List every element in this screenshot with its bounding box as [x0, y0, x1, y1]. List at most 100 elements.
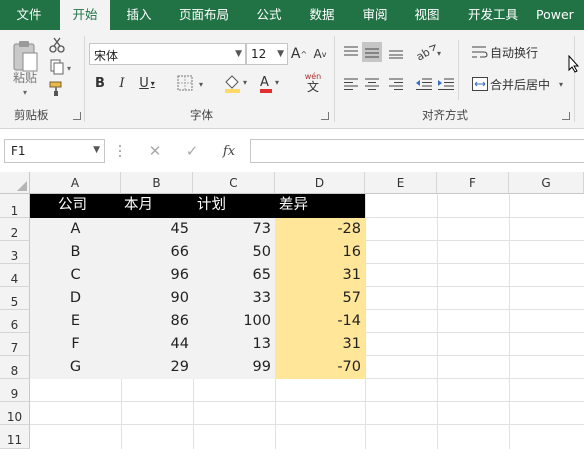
paste-button-label[interactable]: 粘贴: [8, 70, 42, 85]
borders-icon[interactable]: ▾: [176, 74, 210, 92]
copy-icon[interactable]: ▾: [48, 58, 76, 76]
column-header-a[interactable]: A: [30, 172, 121, 194]
tab-view[interactable]: 视图: [402, 0, 452, 30]
table-cell-plan[interactable]: 13: [193, 333, 275, 356]
table-cell-difference[interactable]: 16: [275, 241, 365, 264]
row-header-10[interactable]: 10: [0, 402, 30, 425]
column-header-c[interactable]: C: [193, 172, 275, 194]
table-cell-this-month[interactable]: 44: [121, 333, 193, 356]
column-header-e[interactable]: E: [365, 172, 437, 194]
row-header-3[interactable]: 3: [0, 241, 30, 264]
italic-icon[interactable]: I: [114, 74, 130, 92]
header-cell-plan[interactable]: 计划: [193, 194, 230, 217]
underline-icon[interactable]: U ▾: [134, 74, 160, 92]
font-size-dropdown[interactable]: 12 ▼: [246, 43, 288, 65]
paste-chevron-down-icon[interactable]: ▾: [20, 88, 30, 97]
row-header-6[interactable]: 6: [0, 310, 30, 333]
font-name-dropdown[interactable]: 宋体 ▼: [89, 43, 246, 65]
table-cell-plan[interactable]: 100: [193, 310, 275, 333]
increase-indent-icon[interactable]: [436, 74, 456, 94]
cut-icon[interactable]: [48, 36, 66, 54]
align-middle-icon[interactable]: [362, 42, 382, 62]
header-cell-difference[interactable]: 差异: [275, 194, 312, 217]
font-color-icon[interactable]: A ▾: [258, 72, 284, 94]
table-cell-company[interactable]: E: [30, 310, 121, 333]
table-cell-plan[interactable]: 73: [193, 218, 275, 241]
insert-function-icon[interactable]: fx: [218, 142, 240, 160]
table-cell-plan[interactable]: 99: [193, 356, 275, 379]
table-cell-company[interactable]: B: [30, 241, 121, 264]
formula-bar-grip-icon[interactable]: [118, 143, 122, 159]
row-header-5[interactable]: 5: [0, 287, 30, 310]
table-cell-plan[interactable]: 65: [193, 264, 275, 287]
formula-input[interactable]: [250, 139, 584, 163]
table-cell-company[interactable]: A: [30, 218, 121, 241]
confirm-formula-icon[interactable]: ✓: [181, 142, 203, 160]
column-header-g[interactable]: G: [509, 172, 584, 194]
column-header-d[interactable]: D: [275, 172, 365, 194]
merge-center-icon[interactable]: [470, 74, 490, 94]
row-header-7[interactable]: 7: [0, 333, 30, 356]
name-box-chevron-down-icon[interactable]: ▼: [93, 145, 100, 155]
align-top-icon[interactable]: [341, 42, 361, 62]
tab-home[interactable]: 开始: [60, 0, 110, 30]
alignment-launcher-icon[interactable]: [562, 112, 570, 120]
row-header-8[interactable]: 8: [0, 356, 30, 379]
table-cell-this-month[interactable]: 86: [121, 310, 193, 333]
tab-page-layout[interactable]: 页面布局: [168, 0, 240, 30]
tab-formulas[interactable]: 公式: [244, 0, 294, 30]
header-cell-company[interactable]: 公司: [54, 194, 91, 217]
table-cell-difference[interactable]: -70: [275, 356, 365, 379]
table-cell-difference[interactable]: 31: [275, 264, 365, 287]
row-header-2[interactable]: 2: [0, 218, 30, 241]
tab-review[interactable]: 审阅: [350, 0, 400, 30]
orientation-icon[interactable]: ab ▾: [414, 42, 446, 62]
merge-chevron-down-icon[interactable]: ▾: [556, 76, 566, 92]
table-cell-this-month[interactable]: 45: [121, 218, 193, 241]
bold-icon[interactable]: B: [92, 74, 108, 92]
table-cell-difference[interactable]: -28: [275, 218, 365, 241]
format-painter-icon[interactable]: [48, 80, 66, 98]
font-launcher-icon[interactable]: [321, 112, 329, 120]
table-cell-this-month[interactable]: 96: [121, 264, 193, 287]
align-center-icon[interactable]: [362, 74, 382, 94]
table-cell-difference[interactable]: 31: [275, 333, 365, 356]
align-right-icon[interactable]: [386, 74, 406, 94]
table-cell-this-month[interactable]: 66: [121, 241, 193, 264]
table-cell-company[interactable]: D: [30, 287, 121, 310]
table-cell-company[interactable]: F: [30, 333, 121, 356]
name-box[interactable]: F1 ▼: [4, 139, 105, 163]
tab-data[interactable]: 数据: [296, 0, 348, 30]
table-cell-plan[interactable]: 33: [193, 287, 275, 310]
table-cell-difference[interactable]: 57: [275, 287, 365, 310]
row-header-11[interactable]: 11: [0, 425, 30, 449]
row-header-1[interactable]: 1: [0, 194, 30, 218]
wrap-text-button[interactable]: 自动换行: [490, 43, 550, 61]
phonetic-guide-icon[interactable]: wén 文: [298, 70, 328, 96]
tab-developer[interactable]: 开发工具: [456, 0, 530, 30]
header-cell-this-month[interactable]: 本月: [120, 194, 157, 217]
tab-power[interactable]: Power: [536, 0, 584, 30]
align-bottom-icon[interactable]: [386, 42, 406, 62]
table-cell-difference[interactable]: -14: [275, 310, 365, 333]
column-header-f[interactable]: F: [437, 172, 509, 194]
table-cell-plan[interactable]: 50: [193, 241, 275, 264]
tab-insert[interactable]: 插入: [112, 0, 166, 30]
merge-center-button[interactable]: 合并后居中: [490, 75, 554, 93]
increase-font-size-icon[interactable]: A ^: [290, 44, 308, 64]
align-left-icon[interactable]: [341, 74, 361, 94]
select-all-corner[interactable]: [0, 172, 30, 194]
fill-color-icon[interactable]: ▾: [222, 72, 252, 94]
row-header-9[interactable]: 9: [0, 379, 30, 402]
wrap-text-icon[interactable]: [470, 42, 490, 62]
table-cell-this-month[interactable]: 29: [121, 356, 193, 379]
table-cell-company[interactable]: C: [30, 264, 121, 287]
tab-file[interactable]: 文件: [0, 0, 58, 30]
row-header-4[interactable]: 4: [0, 264, 30, 287]
cancel-formula-icon[interactable]: ✕: [144, 142, 166, 160]
table-cell-company[interactable]: G: [30, 356, 121, 379]
column-header-b[interactable]: B: [121, 172, 193, 194]
clipboard-launcher-icon[interactable]: [73, 112, 81, 120]
table-cell-this-month[interactable]: 90: [121, 287, 193, 310]
decrease-font-size-icon[interactable]: Av: [311, 44, 329, 64]
